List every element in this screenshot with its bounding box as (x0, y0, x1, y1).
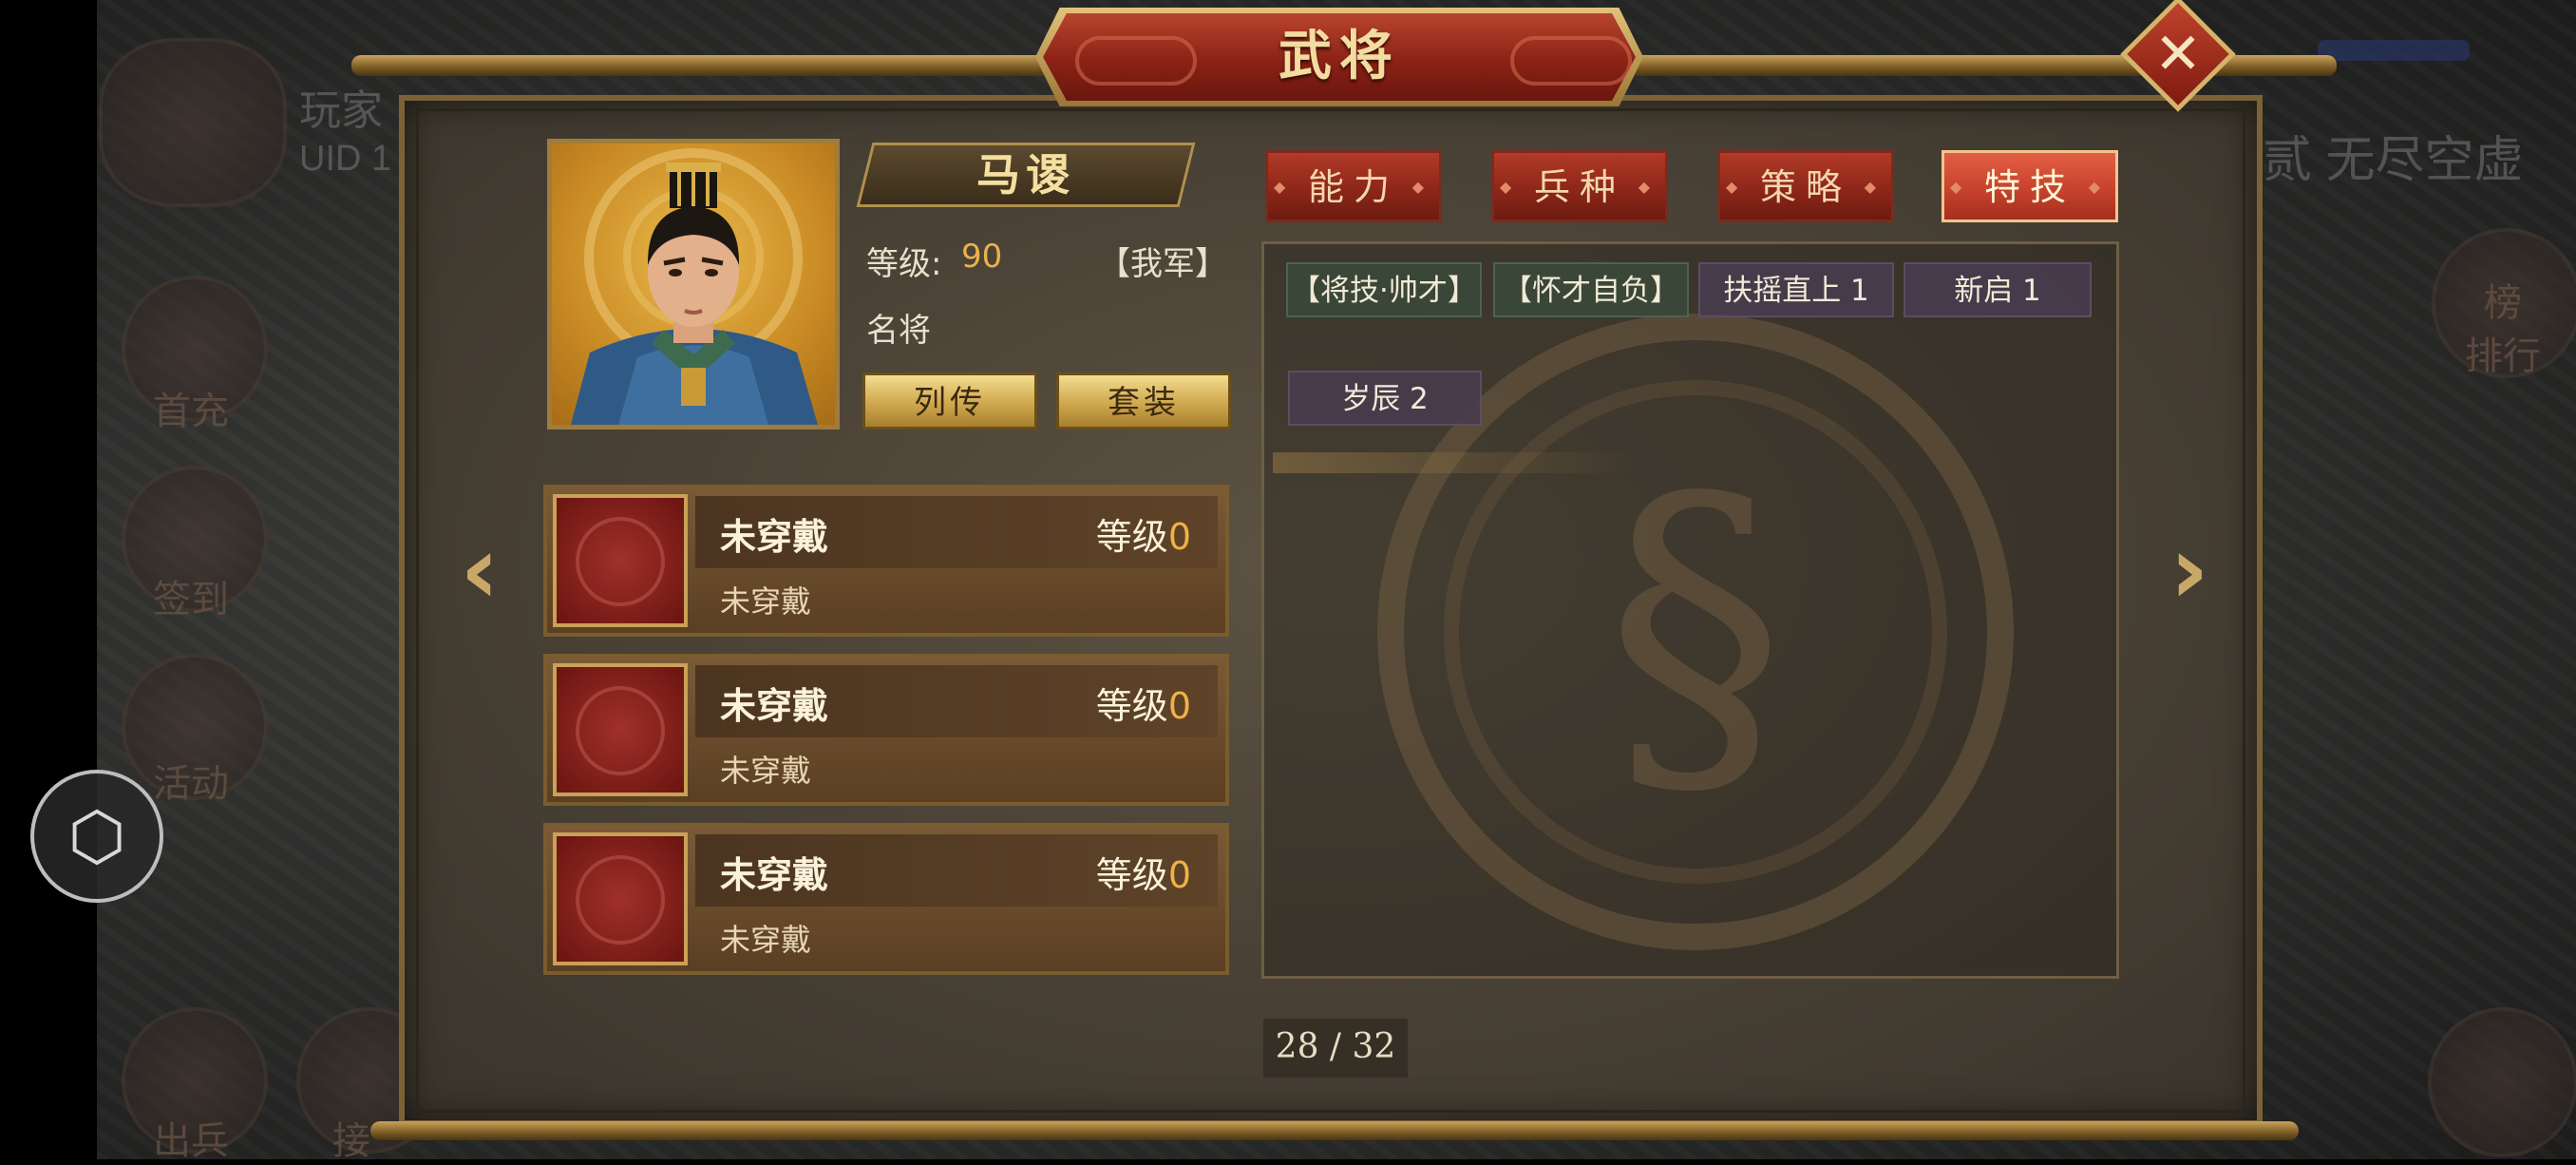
equipment-slot[interactable]: 未穿戴 等级0 未穿戴 (543, 654, 1229, 806)
checkin-label: 签到 (153, 578, 229, 621)
equipment-slot[interactable]: 未穿戴 等级0 未穿戴 (543, 823, 1229, 975)
equipment-slot-icon (553, 494, 688, 627)
player-uid: UID 1 (299, 139, 392, 179)
equipment-set-button[interactable]: 套装 (1056, 372, 1231, 430)
equipment-level-value: 0 (1167, 685, 1191, 727)
skills-divider (1273, 452, 1634, 473)
ranking-label: 排行 (2465, 334, 2541, 378)
equipment-slot-icon (553, 663, 688, 796)
tab-strategy[interactable]: 策略 (1717, 150, 1894, 222)
equipment-level-label: 等级 (1095, 685, 1168, 727)
dialog-title: 武将 (1279, 26, 1400, 87)
equipment-level: 等级0 (1096, 507, 1191, 560)
screen-left-bar (0, 0, 97, 1159)
menu-icon[interactable] (2428, 1007, 2576, 1157)
equipment-slot[interactable]: 未穿戴 等级0 未穿戴 (543, 485, 1229, 637)
previous-hero-arrow-icon[interactable]: ‹ (446, 523, 513, 618)
server-name: 贰 无尽空虚 (2263, 133, 2524, 188)
energy-bar (2318, 40, 2470, 61)
hero-faction: 【我军】 (1098, 245, 1227, 283)
hero-portrait-art (571, 148, 818, 425)
hero-rank: 名将 (866, 312, 931, 350)
hero-level-value: 90 (961, 238, 1003, 276)
hero-name: 马谡 (976, 149, 1075, 201)
close-icon[interactable]: ✕ (2137, 13, 2219, 95)
equipment-name: 未穿戴 (720, 685, 829, 727)
skill-tag-suichen[interactable]: 岁辰 2 (1288, 371, 1482, 426)
ranking-icon-glyph: 榜 (2484, 281, 2522, 325)
skill-tag-commander[interactable]: 【将技·帅才】 (1286, 262, 1482, 317)
cube-icon[interactable]: ⬡ (30, 770, 163, 903)
hero-portrait (547, 139, 840, 430)
equipment-status: 未穿戴 (720, 753, 812, 789)
skill-tag-talented[interactable]: 【怀才自负】 (1493, 262, 1689, 317)
hero-page-indicator: 28 / 32 (1263, 1019, 1408, 1078)
skill-tag-new-start[interactable]: 新启 1 (1904, 262, 2092, 317)
skill-tag-soar[interactable]: 扶摇直上 1 (1698, 262, 1894, 317)
first-recharge-label: 首充 (153, 390, 229, 433)
equipment-level-label: 等级 (1095, 854, 1168, 896)
equipment-status: 未穿戴 (720, 583, 812, 620)
equipment-name: 未穿戴 (720, 516, 829, 558)
equipment-level-value: 0 (1167, 854, 1191, 896)
dialog-bottom-rail (370, 1121, 2299, 1140)
biography-button[interactable]: 列传 (862, 372, 1037, 430)
equipment-level: 等级0 (1096, 846, 1191, 898)
tab-special-skills[interactable]: 特技 (1941, 150, 2118, 222)
tab-troop-type[interactable]: 兵种 (1491, 150, 1668, 222)
equipment-status: 未穿戴 (720, 922, 812, 958)
deploy-label: 出兵 (153, 1119, 229, 1163)
equipment-level-label: 等级 (1095, 516, 1168, 558)
equipment-level-value: 0 (1167, 516, 1191, 558)
tab-ability[interactable]: 能力 (1265, 150, 1442, 222)
player-avatar[interactable] (99, 38, 287, 207)
next-hero-arrow-icon[interactable]: › (2156, 523, 2223, 618)
hero-level-label: 等级: (866, 245, 942, 283)
player-label: 玩家 (299, 87, 383, 134)
equipment-slot-icon (553, 832, 688, 965)
equipment-level: 等级0 (1096, 677, 1191, 729)
equipment-name: 未穿戴 (720, 854, 829, 896)
